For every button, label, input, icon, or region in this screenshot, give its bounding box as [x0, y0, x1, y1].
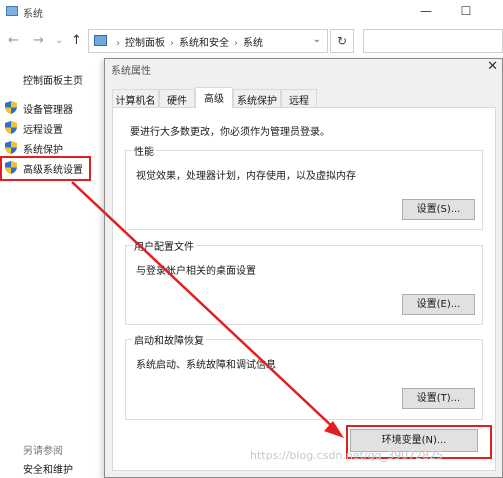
chevron-down-icon[interactable]: ⌄ [313, 34, 321, 45]
breadcrumb-control-panel[interactable]: 控制面板 [125, 38, 165, 49]
nav-label: 远程设置 [23, 125, 63, 136]
up-arrow-icon[interactable]: ↑ [71, 33, 82, 48]
breadcrumb-system[interactable]: 系统 [243, 38, 263, 49]
tab-remote[interactable]: 远程 [281, 89, 317, 107]
user-profiles-settings-button[interactable]: 设置(E)... [402, 294, 475, 315]
performance-settings-button[interactable]: 设置(S)... [402, 199, 475, 220]
recent-locations-icon[interactable]: ⌄ [55, 35, 63, 46]
advanced-settings-highlight [0, 156, 91, 181]
group-title: 性能 [132, 143, 156, 158]
forward-arrow-icon[interactable]: → [33, 33, 44, 48]
window-title: 系统 [23, 9, 43, 20]
shield-icon [5, 101, 17, 114]
back-arrow-icon[interactable]: ← [8, 33, 19, 48]
address-row: ← → ⌄ ↑ › 控制面板 › 系统和安全 › 系统 ⌄ ↻ [0, 26, 503, 56]
see-also-header: 另请参阅 [23, 446, 63, 457]
shield-icon [5, 141, 17, 154]
tab-computer-name[interactable]: 计算机名 [112, 89, 159, 107]
startup-recovery-settings-button[interactable]: 设置(T)... [402, 388, 475, 409]
shield-icon [5, 121, 17, 134]
breadcrumb: › 控制面板 › 系统和安全 › 系统 [111, 34, 263, 49]
group-description: 系统启动、系统故障和调试信息 [136, 360, 276, 371]
startup-recovery-group: 启动和故障恢复 系统启动、系统故障和调试信息 设置(T)... [125, 332, 483, 420]
nav-system-protection[interactable]: 系统保护 [5, 140, 105, 156]
system-icon [6, 6, 18, 16]
tab-hardware[interactable]: 硬件 [159, 89, 195, 107]
control-panel-home-link[interactable]: 控制面板主页 [23, 72, 83, 87]
security-maintenance-link[interactable]: 安全和维护 [23, 461, 73, 476]
refresh-button[interactable]: ↻ [330, 29, 354, 53]
nav-label: 系统保护 [23, 145, 63, 156]
address-bar[interactable]: › 控制面板 › 系统和安全 › 系统 ⌄ [88, 29, 328, 53]
advanced-tab-panel: 要进行大多数更改，你必须作为管理员登录。 性能 视觉效果，处理器计划，内存使用，… [112, 107, 496, 471]
minimize-button[interactable]: — [418, 4, 434, 18]
tab-system-protection[interactable]: 系统保护 [233, 89, 281, 107]
breadcrumb-separator: › [170, 38, 174, 49]
tab-advanced[interactable]: 高级 [195, 87, 233, 108]
close-icon[interactable]: ✕ [487, 59, 498, 74]
group-description: 与登录帐户相关的桌面设置 [136, 266, 256, 277]
group-title: 启动和故障恢复 [132, 332, 206, 347]
breadcrumb-separator: › [116, 38, 120, 49]
admin-note: 要进行大多数更改，你必须作为管理员登录。 [130, 127, 330, 138]
system-properties-dialog: 系统属性 ✕ 计算机名 硬件 高级 系统保护 远程 要进行大多数更改，你必须作为… [104, 58, 503, 478]
user-profiles-group: 用户配置文件 与登录帐户相关的桌面设置 设置(E)... [125, 238, 483, 325]
nav-remote-settings[interactable]: 远程设置 [5, 120, 105, 136]
watermark: https://blog.csdn.net/qq_39072825 [250, 449, 444, 462]
group-description: 视觉效果，处理器计划，内存使用，以及虚拟内存 [136, 171, 356, 182]
search-input[interactable] [363, 29, 503, 53]
group-title: 用户配置文件 [132, 238, 196, 253]
nav-device-manager[interactable]: 设备管理器 [5, 100, 105, 116]
window-titlebar: 系统 — ☐ [0, 0, 503, 26]
nav-label: 设备管理器 [23, 105, 73, 116]
dialog-title: 系统属性 [111, 66, 151, 77]
left-nav: 控制面板主页 设备管理器 远程设置 系统保护 高级系统设置 [0, 56, 110, 478]
breadcrumb-separator: › [234, 38, 238, 49]
maximize-button[interactable]: ☐ [458, 4, 474, 18]
performance-group: 性能 视觉效果，处理器计划，内存使用，以及虚拟内存 设置(S)... [125, 143, 483, 230]
control-panel-icon [94, 35, 107, 46]
breadcrumb-system-security[interactable]: 系统和安全 [179, 38, 229, 49]
